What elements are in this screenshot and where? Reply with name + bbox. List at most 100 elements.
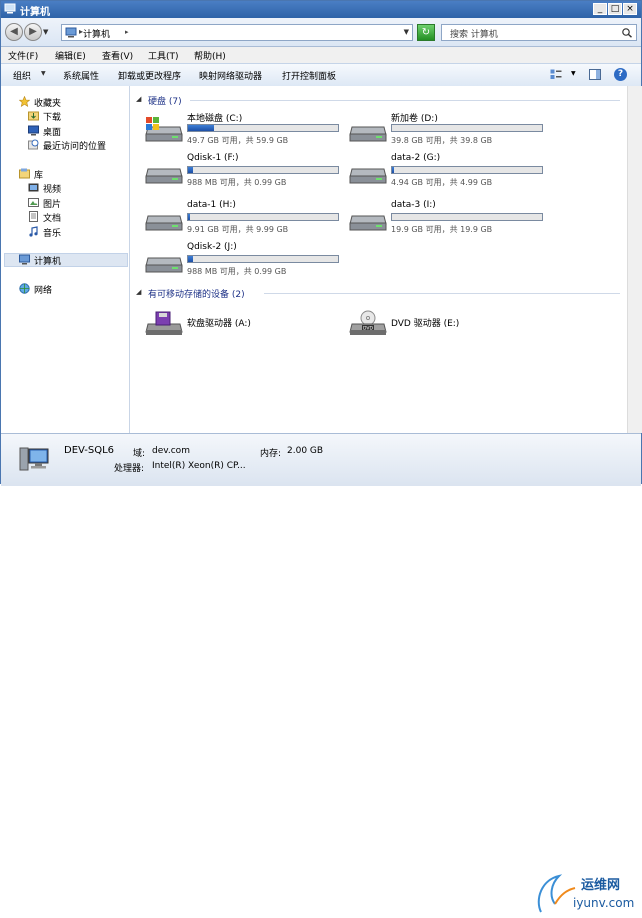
refresh-button[interactable]: ↻ (417, 24, 435, 41)
address-dropdown-icon[interactable]: ▼ (404, 28, 409, 36)
explorer-window: 计算机 _ □ × ◀ ▶ ▼ ▸ 计算机 ▸ ▼ ↻ 搜索 计算机 文件(F)… (0, 0, 642, 913)
nav-label: 计算机 (34, 257, 62, 267)
hard-drive-icon (349, 126, 387, 142)
back-button[interactable]: ◀ (5, 23, 23, 41)
network-icon (19, 283, 30, 294)
drive-name: 软盘驱动器 (A:) (187, 319, 251, 329)
recent-pages-dropdown-icon[interactable]: ▼ (43, 28, 48, 36)
maximize-button[interactable]: □ (608, 3, 622, 15)
system-properties-button[interactable]: 系统属性 (63, 69, 99, 82)
preview-pane-icon[interactable] (589, 69, 601, 80)
desktop-icon (28, 125, 39, 136)
drive-usage-fill (188, 256, 193, 262)
memory-value: 2.00 GB (287, 446, 324, 456)
drive-item[interactable]: 新加卷 (D:) 39.8 GB 可用，共 39.8 GB (348, 111, 548, 149)
drive-name: Qdisk-1 (F:) (187, 153, 239, 163)
nav-label: 下载 (43, 113, 62, 123)
nav-label: 库 (34, 171, 44, 181)
collapse-arrow-icon[interactable]: ◢ (136, 95, 141, 103)
drive-usage-bar (187, 166, 339, 174)
nav-label: 音乐 (43, 229, 62, 239)
drive-name: 新加卷 (D:) (391, 114, 438, 124)
search-input[interactable]: 搜索 计算机 (441, 24, 637, 41)
organize-dropdown-icon[interactable]: ▼ (41, 70, 46, 77)
map-network-drive-button[interactable]: 映射网络驱动器 (199, 69, 262, 82)
drive-usage-bar (391, 166, 543, 174)
drive-name: data-3 (I:) (391, 200, 436, 210)
nav-label: 最近访问的位置 (43, 142, 107, 152)
drive-usage-fill (188, 214, 190, 220)
dvd-drive-icon: DVD (349, 310, 387, 335)
title-bar[interactable]: 计算机 _ □ × (1, 1, 641, 18)
hard-drive-icon (145, 257, 183, 273)
menu-edit[interactable]: 编辑(E) (55, 49, 86, 62)
computer-icon (19, 447, 49, 471)
drive-name: 本地磁盘 (C:) (187, 114, 243, 124)
drive-usage-bar (187, 255, 339, 263)
forward-button[interactable]: ▶ (24, 23, 42, 41)
drive-space-info: 4.94 GB 可用，共 4.99 GB (391, 178, 493, 187)
nav-label: 桌面 (43, 128, 62, 138)
downloads-folder-icon (28, 111, 39, 121)
collapse-arrow-icon[interactable]: ◢ (136, 288, 141, 296)
drive-item[interactable]: 本地磁盘 (C:) 49.7 GB 可用，共 59.9 GB (144, 111, 344, 149)
nav-label: 收藏夹 (34, 99, 62, 109)
drive-usage-bar (391, 124, 543, 132)
address-bar[interactable]: ▸ 计算机 ▸ ▼ (61, 24, 413, 41)
videos-icon (28, 183, 39, 192)
hard-drive-icon (349, 168, 387, 184)
drive-item[interactable]: Qdisk-2 (J:) 988 MB 可用，共 0.99 GB (144, 242, 344, 280)
floppy-drive-icon (145, 311, 183, 335)
menu-view[interactable]: 查看(V) (102, 49, 133, 62)
drive-item-dvd[interactable]: DVD DVD 驱动器 (E:) (348, 304, 548, 342)
windows-drive-icon (145, 117, 183, 142)
command-bar: 组织 ▼ 系统属性 卸载或更改程序 映射网络驱动器 打开控制面板 ▼ ? (1, 63, 641, 87)
menu-bar: 文件(F) 编辑(E) 查看(V) 工具(T) 帮助(H) (1, 47, 641, 63)
open-control-panel-button[interactable]: 打开控制面板 (282, 69, 336, 82)
drive-item[interactable]: data-3 (I:) 19.9 GB 可用，共 19.9 GB (348, 200, 548, 238)
menu-help[interactable]: 帮助(H) (194, 49, 226, 62)
drive-space-info: 19.9 GB 可用，共 19.9 GB (391, 225, 493, 234)
domain-label: 域: (133, 449, 146, 459)
star-icon (19, 96, 30, 107)
content-pane: ◢ 硬盘 (7) 本地磁盘 (C:) 49.7 GB 可用，共 59.9 GB 新加… (130, 86, 627, 433)
nav-label: 文档 (43, 214, 62, 224)
drive-item[interactable]: data-2 (G:) 4.94 GB 可用，共 4.99 GB (348, 153, 548, 191)
window-title: 计算机 (20, 7, 50, 18)
drive-usage-fill (392, 167, 394, 173)
help-icon[interactable]: ? (614, 68, 627, 81)
vertical-scrollbar[interactable] (627, 86, 642, 433)
breadcrumb-chevron-icon[interactable]: ▸ (125, 28, 129, 36)
drive-name: DVD 驱动器 (E:) (391, 319, 460, 329)
computer-name: DEV-SQL6 (64, 445, 115, 456)
breadcrumb-computer[interactable]: 计算机 (83, 27, 110, 40)
organize-button[interactable]: 组织 (13, 69, 31, 82)
documents-icon (29, 211, 38, 222)
minimize-button[interactable]: _ (593, 3, 607, 15)
navigation-pane: 收藏夹 下载 桌面 最近访问的位置 库 视频 图片 文档 音乐 计算机 网络 (1, 86, 130, 433)
hard-drive-icon (145, 168, 183, 184)
recent-places-icon (28, 139, 39, 150)
drive-usage-fill (188, 167, 193, 173)
drive-space-info: 39.8 GB 可用，共 39.8 GB (391, 136, 493, 145)
drive-usage-bar (391, 213, 543, 221)
svg-text:DVD: DVD (363, 325, 373, 331)
group-label: 硬盘 (7) (148, 97, 182, 107)
menu-file[interactable]: 文件(F) (8, 49, 38, 62)
cpu-value: Intel(R) Xeon(R) CP... (152, 461, 246, 471)
search-icon[interactable] (621, 27, 633, 38)
close-button[interactable]: × (623, 3, 637, 15)
uninstall-program-button[interactable]: 卸载或更改程序 (118, 69, 181, 82)
change-view-icon[interactable] (550, 69, 562, 80)
drive-space-info: 988 MB 可用，共 0.99 GB (187, 178, 287, 187)
menu-tools[interactable]: 工具(T) (148, 49, 179, 62)
drive-item[interactable]: data-1 (H:) 9.91 GB 可用，共 9.99 GB (144, 200, 344, 238)
hard-drive-icon (349, 215, 387, 231)
drive-item-floppy[interactable]: 软盘驱动器 (A:) (144, 304, 344, 342)
memory-label: 内存: (260, 449, 282, 459)
drive-item[interactable]: Qdisk-1 (F:) 988 MB 可用，共 0.99 GB (144, 153, 344, 191)
view-options-dropdown-icon[interactable]: ▼ (571, 70, 576, 77)
domain-value: dev.com (152, 446, 190, 456)
group-divider (264, 293, 620, 294)
group-label: 有可移动存储的设备 (2) (148, 290, 245, 300)
